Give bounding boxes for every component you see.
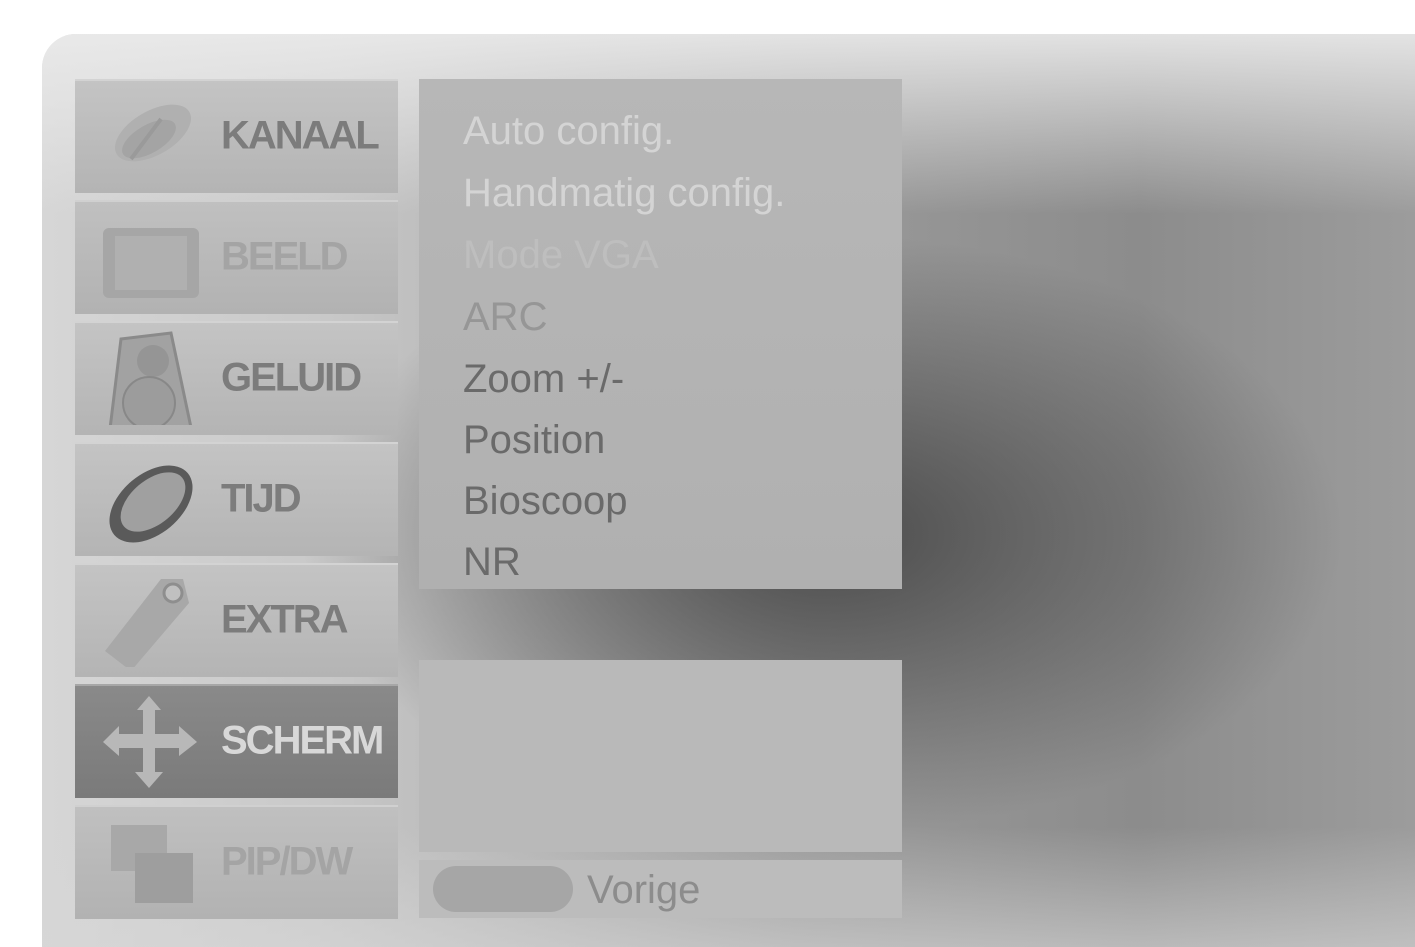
- picture-frame-icon: [101, 210, 201, 304]
- footer-bar: Vorige: [419, 860, 902, 918]
- menu-category-label: PIP/DW: [221, 839, 353, 884]
- satellite-dish-icon: [101, 89, 201, 183]
- submenu-item-zoom[interactable]: Zoom +/-: [463, 357, 624, 402]
- submenu-item-mode-vga[interactable]: Mode VGA: [463, 233, 659, 278]
- footer-hint-vorige: Vorige: [587, 868, 701, 912]
- menu-category-geluid[interactable]: GELUID: [75, 321, 398, 435]
- menu-category-extra[interactable]: EXTRA: [75, 563, 398, 677]
- submenu-item-handmatig-config[interactable]: Handmatig config.: [463, 171, 785, 216]
- move-arrows-icon: [101, 694, 201, 788]
- submenu-panel: Auto config. Handmatig config. Mode VGA …: [419, 79, 902, 589]
- submenu-item-nr[interactable]: NR: [463, 540, 521, 585]
- speaker-icon: [101, 331, 201, 425]
- menu-category-label: BEELD: [221, 234, 349, 279]
- submenu-item-arc[interactable]: ARC: [463, 295, 547, 340]
- menu-category-beeld[interactable]: BEELD: [75, 200, 398, 314]
- menu-category-kanaal[interactable]: KANAAL: [75, 79, 398, 193]
- info-panel: [419, 660, 902, 852]
- clock-ring-icon: [101, 452, 201, 546]
- menu-category-pip-dw[interactable]: PIP/DW: [75, 805, 398, 919]
- menu-category-label: SCHERM: [221, 718, 384, 763]
- submenu-item-bioscoop[interactable]: Bioscoop: [463, 479, 628, 524]
- menu-category-tijd[interactable]: TIJD: [75, 442, 398, 556]
- menu-key-button[interactable]: [433, 866, 573, 912]
- submenu-item-auto-config[interactable]: Auto config.: [463, 109, 674, 154]
- menu-category-label: GELUID: [221, 355, 362, 400]
- submenu-item-position[interactable]: Position: [463, 418, 605, 463]
- tag-icon: [101, 573, 201, 667]
- menu-category-label: EXTRA: [221, 597, 349, 642]
- menu-category-scherm[interactable]: SCHERM: [75, 684, 398, 798]
- menu-category-label: TIJD: [221, 476, 302, 521]
- menu-category-label: KANAAL: [221, 113, 380, 158]
- pip-windows-icon: [101, 815, 201, 909]
